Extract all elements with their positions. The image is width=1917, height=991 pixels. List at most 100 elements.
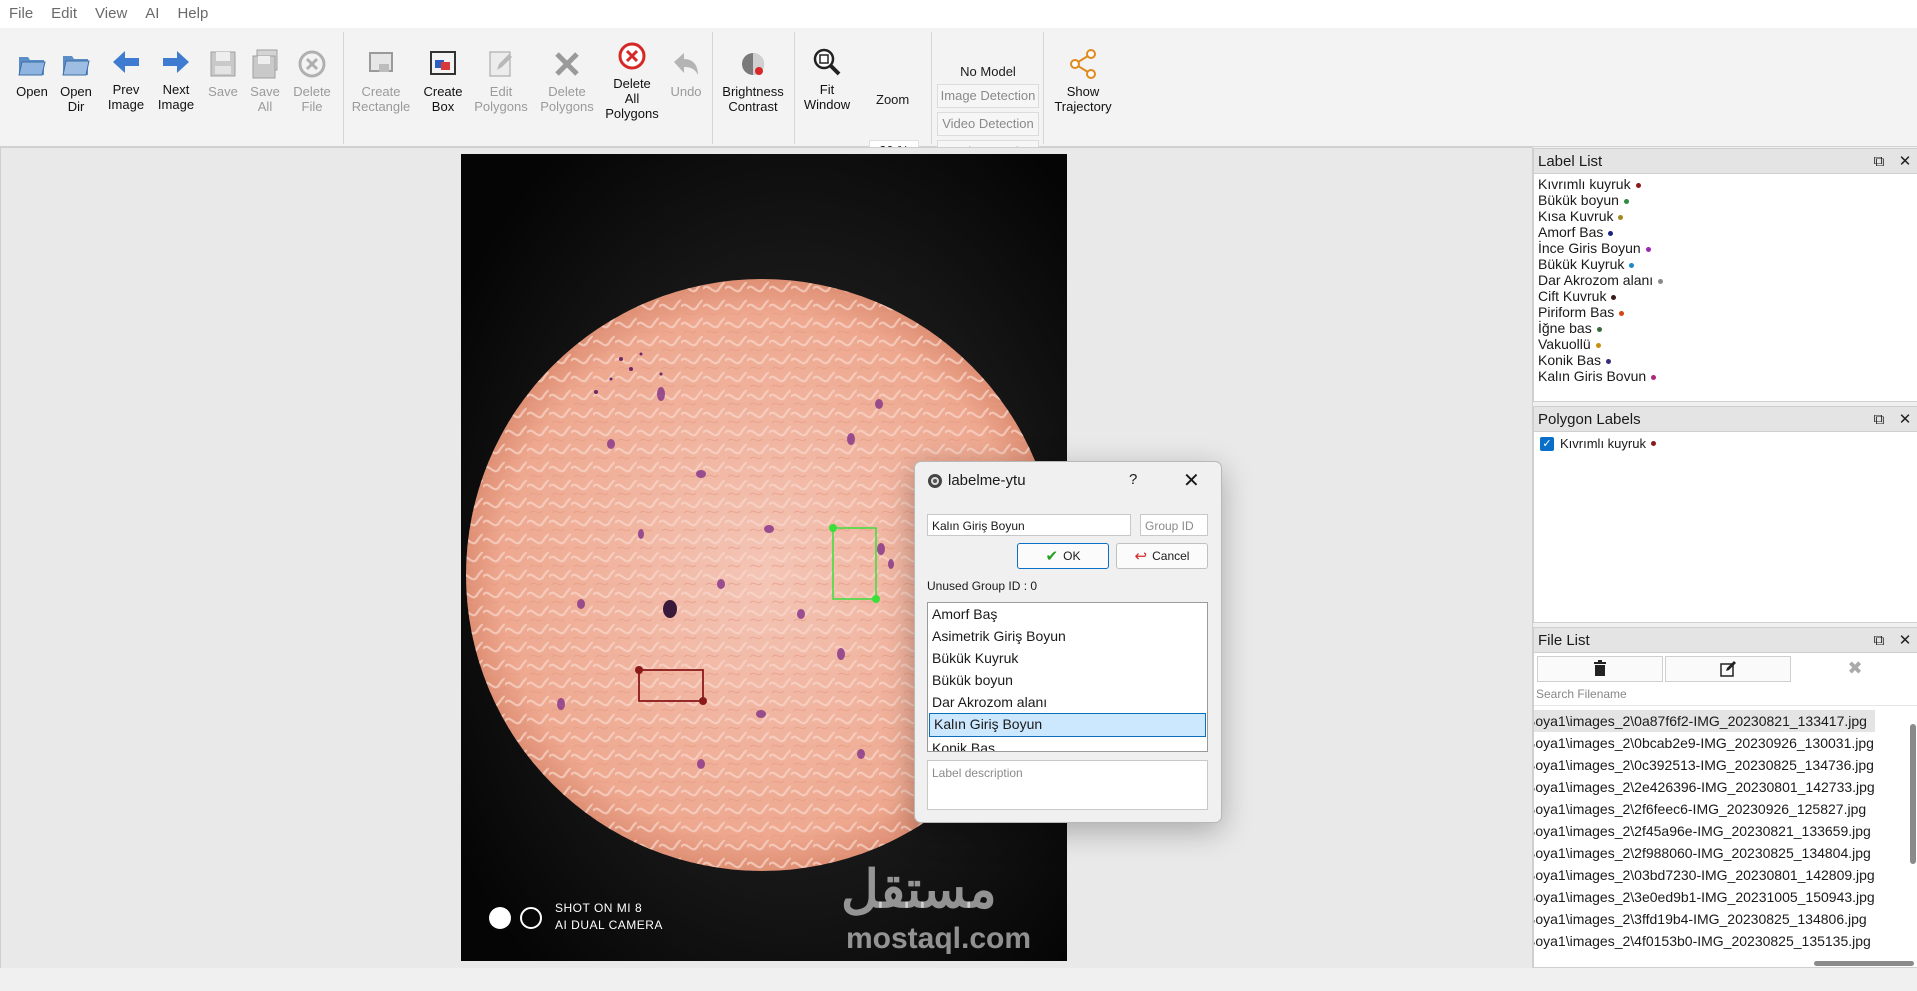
dialog-close-button[interactable]: ✕: [1183, 468, 1200, 493]
zoom-label: Zoom: [876, 92, 910, 107]
image-detection-button[interactable]: Image Detection: [937, 84, 1039, 108]
edit-icon: [1720, 661, 1736, 677]
separator: [343, 32, 344, 144]
file-list-item[interactable]: Boya1\images_2\0a87f6f2-IMG_20230821_133…: [1534, 710, 1875, 732]
search-filename-input[interactable]: Search Filename: [1534, 683, 1917, 706]
checkbox-checked-icon[interactable]: ✓: [1540, 436, 1554, 451]
label-option[interactable]: Kalın Giriş Boyun: [929, 713, 1206, 737]
label-list-item[interactable]: İğne bas: [1534, 320, 1917, 336]
undock-icon[interactable]: ⧉: [1866, 411, 1892, 428]
video-detection-button[interactable]: Video Detection: [937, 112, 1039, 136]
label-input[interactable]: Kalın Giriş Boyun: [927, 514, 1131, 536]
label-list-item[interactable]: Amorf Bas: [1534, 224, 1917, 240]
edit-polygons-button[interactable]: Edit Polygons: [474, 48, 528, 114]
file-list-item[interactable]: Boya1\images_2\03bd7230-IMG_20230801_142…: [1534, 864, 1875, 886]
check-icon: ✔: [1045, 548, 1059, 565]
color-dot-icon: [1608, 230, 1614, 236]
file-list-item[interactable]: Boya1\images_2\3e0ed9b1-IMG_20231005_150…: [1534, 886, 1875, 908]
label-text: Bükük boyun: [1538, 192, 1619, 208]
save-button[interactable]: Save: [204, 48, 242, 99]
color-dot-icon: [1658, 278, 1664, 284]
undock-icon[interactable]: ⧉: [1866, 632, 1892, 649]
show-trajectory-button[interactable]: Show Trajectory: [1050, 48, 1116, 114]
label-list-item[interactable]: Cift Kuvruk: [1534, 288, 1917, 304]
file-list-item[interactable]: Boya1\images_2\4f0153b0-IMG_20230825_135…: [1534, 930, 1875, 952]
label-list-item[interactable]: Kıvrımlı kuyruk: [1534, 176, 1917, 192]
clear-action[interactable]: ✖: [1793, 656, 1917, 680]
label-option[interactable]: Konik Baş: [928, 737, 1207, 751]
color-dot-icon: [1606, 358, 1612, 364]
help-button[interactable]: ?: [1129, 471, 1137, 488]
open-dir-button[interactable]: Open Dir: [56, 48, 96, 114]
separator: [712, 32, 713, 144]
label-list-item[interactable]: Piriform Bas: [1534, 304, 1917, 320]
label-list-item[interactable]: Bükük Kuyruk: [1534, 256, 1917, 272]
color-dot-icon: [1635, 182, 1641, 188]
brightness-contrast-button[interactable]: Brightness Contrast: [720, 48, 786, 114]
close-icon[interactable]: ✕: [1892, 152, 1917, 170]
prev-image-button[interactable]: Prev Image: [104, 46, 148, 112]
file-list-item[interactable]: Boya1\images_2\2f45a96e-IMG_20230821_133…: [1534, 820, 1875, 842]
label-list-panel: Label List ⧉ ✕ Kıvrımlı kuyruk Bükük boyu…: [1533, 148, 1917, 402]
box-icon: [430, 51, 456, 75]
delete-all-polygons-button[interactable]: Delete All Polygons: [604, 40, 660, 121]
close-icon[interactable]: ✕: [1892, 631, 1917, 649]
undock-icon[interactable]: ⧉: [1866, 153, 1892, 170]
file-list-item[interactable]: Boya1\images_2\2f6feec6-IMG_20230926_125…: [1534, 798, 1875, 820]
color-dot-icon: [1595, 342, 1601, 348]
label-text: Kalın Giris Bovun: [1538, 368, 1647, 384]
label-option[interactable]: Asimetrik Giriş Boyun: [928, 625, 1207, 647]
close-icon[interactable]: ✕: [1892, 410, 1917, 428]
label-list-item[interactable]: Dar Akrozom alanı: [1534, 272, 1917, 288]
arrow-right-icon: [163, 51, 189, 73]
group-id-input[interactable]: Group ID: [1140, 514, 1208, 536]
label-option[interactable]: Amorf Baş: [928, 603, 1207, 625]
dialog-title: labelme-ytu: [948, 472, 1026, 489]
menu-ai[interactable]: AI: [136, 0, 168, 28]
create-box-button[interactable]: Create Box: [420, 48, 466, 114]
ok-button[interactable]: ✔ OK: [1017, 543, 1109, 569]
menu-edit[interactable]: Edit: [42, 0, 86, 28]
label-list-item[interactable]: Vakuollü: [1534, 336, 1917, 352]
label-list-item[interactable]: İnce Giris Boyun: [1534, 240, 1917, 256]
file-list-item[interactable]: Boya1\images_2\3ffd19b4-IMG_20230825_134…: [1534, 908, 1875, 930]
file-list-title: File List: [1538, 631, 1590, 649]
model-status: No Model: [960, 64, 1016, 79]
next-image-button[interactable]: Next Image: [154, 46, 198, 112]
label-list-item[interactable]: Kısa Kuvruk: [1534, 208, 1917, 224]
menu-file[interactable]: File: [0, 0, 42, 28]
file-list-item[interactable]: Boya1\images_2\2e426396-IMG_20230801_142…: [1534, 776, 1875, 798]
label-list-item[interactable]: Bükük boyun: [1534, 192, 1917, 208]
separator: [931, 32, 932, 144]
file-list-item[interactable]: Boya1\images_2\0bcab2e9-IMG_20230926_130…: [1534, 732, 1875, 754]
label-option[interactable]: Bükük Kuyruk: [928, 647, 1207, 669]
rename-file-action[interactable]: [1665, 656, 1791, 682]
vertical-scrollbar[interactable]: [1910, 724, 1916, 864]
create-rectangle-button[interactable]: Create Rectangle: [350, 48, 412, 114]
fit-window-button[interactable]: Fit Window: [800, 46, 854, 112]
open-button[interactable]: Open: [12, 48, 52, 99]
label-description-input[interactable]: Label description: [927, 760, 1208, 810]
delete-polygons-button[interactable]: Delete Polygons: [538, 48, 596, 114]
folder-icon: [62, 56, 90, 76]
menu-view[interactable]: View: [86, 0, 136, 28]
menu-help[interactable]: Help: [168, 0, 217, 28]
horizontal-scrollbar[interactable]: [1814, 961, 1914, 966]
label-list: Kıvrımlı kuyruk Bükük boyun Kısa Kuvruk Amo…: [1534, 174, 1917, 384]
delete-file-button[interactable]: Delete File: [290, 48, 334, 114]
save-all-button[interactable]: Save All: [246, 48, 284, 114]
file-list-item[interactable]: Boya1\images_2\0c392513-IMG_20230825_134…: [1534, 754, 1875, 776]
polygon-label-item[interactable]: ✓ Kıvrımlı kuyruk: [1534, 432, 1917, 455]
color-dot-icon: [1651, 374, 1657, 380]
label-option[interactable]: Bükük boyun: [928, 669, 1207, 691]
color-dot-icon: [1650, 441, 1656, 446]
label-options-list[interactable]: Amorf Baş Asimetrik Giriş Boyun Bükük Kuyr…: [927, 602, 1208, 752]
label-list-item[interactable]: Konik Bas: [1534, 352, 1917, 368]
cross-icon: ✖: [1847, 657, 1863, 678]
delete-file-action[interactable]: [1537, 656, 1663, 682]
file-list-item[interactable]: Boya1\images_2\2f988060-IMG_20230825_134…: [1534, 842, 1875, 864]
cancel-button[interactable]: ↩ Cancel: [1116, 543, 1208, 569]
undo-button[interactable]: Undo: [668, 48, 704, 99]
label-option[interactable]: Dar Akrozom alanı: [928, 691, 1207, 713]
label-list-item[interactable]: Kalın Giris Bovun: [1534, 368, 1917, 384]
